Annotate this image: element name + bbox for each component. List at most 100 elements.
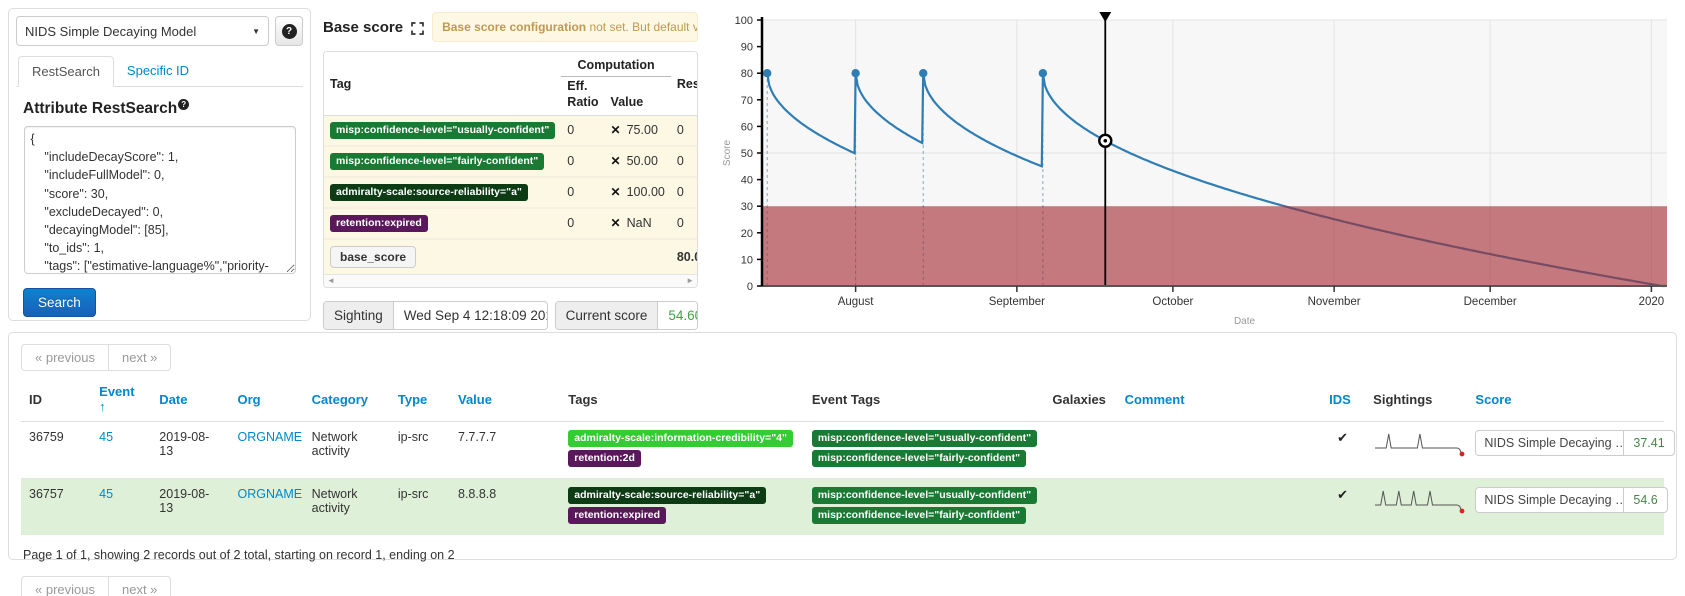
column-header-type[interactable]: Type [390,379,450,422]
x-tick-label: October [1152,296,1193,308]
tab-specific-id[interactable]: Specific ID [114,56,202,87]
results-rows: 36759452019-08-13ORGNAMENetwork activity… [21,422,1664,536]
cell-event-tags: misp:confidence-level="usually-confident… [804,422,1045,479]
event-link[interactable]: 45 [99,430,113,444]
expand-icon[interactable] [411,22,424,35]
decay-chart[interactable]: 0102030405060708090100AugustSeptemberOct… [700,6,1685,328]
base-score-row: retention:expired0✕NaN0 [324,208,698,239]
result-column-header: Result [671,52,698,115]
x-tick-label: September [989,296,1045,308]
y-tick-label: 0 [747,281,753,293]
event-link[interactable]: 45 [99,487,113,501]
score-value: 54.6 [1624,488,1666,512]
previous-page-button[interactable]: « previous [21,344,108,371]
base-score-row: admiralty-scale:source-reliability="a"0✕… [324,177,698,208]
base-score-section: Base score Base score configuration not … [323,12,698,330]
cell-ids: ✔ [1321,422,1365,479]
column-header-score[interactable]: Score [1467,379,1664,422]
tag-cell: misp:confidence-level="fairly-confident" [324,146,561,177]
x-tick-label: 2020 [1639,296,1665,308]
scroll-right-icon[interactable]: ► [686,276,694,285]
previous-page-button[interactable]: « previous [21,576,108,596]
result-cell: 0 [671,115,698,146]
help-icon: ? [282,24,297,39]
scroll-left-icon[interactable]: ◄ [327,276,335,285]
column-header-galaxies: Galaxies [1044,379,1116,422]
tag-badge: admiralty-scale:source-reliability="a" [568,487,766,504]
cell-ids: ✔ [1321,479,1365,536]
sparkline-end-dot [1460,509,1465,514]
query-textarea[interactable]: { "includeDecayScore": 1, "includeFullMo… [24,126,296,274]
cell-sightings [1365,422,1467,479]
column-header-date[interactable]: Date [151,379,229,422]
base-score-total-value: 80.00 [671,239,698,274]
model-select-value: NIDS Simple Decaying Model [25,24,252,39]
caret-down-icon: ▼ [252,27,260,36]
cell-event: 45 [91,479,151,536]
y-tick-label: 40 [741,175,753,187]
base-score-table-container: Tag Computation Result Eff.Ratio Value m… [323,51,698,287]
y-tick-label: 80 [741,68,753,80]
model-help-button[interactable]: ? [275,16,303,46]
cell-score: NIDS Simple Decaying …54.6 [1467,479,1664,536]
org-link[interactable]: ORGNAME [237,430,302,444]
tab-restsearch[interactable]: RestSearch [18,56,114,87]
sighting-bar: Sighting Wed Sep 4 12:18:09 2019 Current… [323,301,698,330]
results-table: IDEvent ↑DateOrgCategoryTypeValueTagsEve… [21,379,1664,535]
score-model-label: NIDS Simple Decaying … [1476,488,1624,512]
cell-type: ip-src [390,422,450,479]
sighting-dot [919,69,927,77]
cell-type: ip-src [390,479,450,536]
column-header-comment[interactable]: Comment [1117,379,1321,422]
multiply-icon: ✕ [611,123,621,137]
next-page-button[interactable]: next » [108,576,171,596]
next-page-button[interactable]: next » [108,344,171,371]
result-cell: 0 [671,146,698,177]
sighting-dot [763,69,771,77]
base-score-row: misp:confidence-level="fairly-confident"… [324,146,698,177]
cell-tags: admiralty-scale:source-reliability="a"re… [560,479,804,536]
value-cell: ✕NaN [605,208,671,239]
base-score-title: Base score [323,19,403,36]
column-header-event-tags: Event Tags [804,379,1045,422]
cursor-score-marker-dot [1103,139,1107,143]
table-h-scrollbar[interactable]: ◄ ► [324,274,697,287]
cell-id: 36757 [21,479,91,536]
cell-galaxies [1044,422,1116,479]
org-link[interactable]: ORGNAME [237,487,302,501]
column-header-ids[interactable]: IDS [1321,379,1365,422]
search-button[interactable]: Search [23,288,96,317]
eff-ratio-cell: 0 [561,208,604,239]
column-header-org[interactable]: Org [229,379,303,422]
multiply-icon: ✕ [611,185,621,199]
base-score-total-row: base_score80.00 [324,239,698,274]
ids-check-icon: ✔ [1329,430,1348,445]
result-cell: 0 [671,208,698,239]
cell-value: 8.8.8.8 [450,479,560,536]
spacer-cell [605,239,671,274]
column-header-value[interactable]: Value [450,379,560,422]
model-select[interactable]: NIDS Simple Decaying Model ▼ [16,16,269,46]
result-cell: 0 [671,177,698,208]
results-header-row: IDEvent ↑DateOrgCategoryTypeValueTagsEve… [21,379,1664,422]
cell-date: 2019-08-13 [151,479,229,536]
multiply-icon: ✕ [611,154,621,168]
sparkline-end-dot [1460,452,1465,457]
column-header-event[interactable]: Event ↑ [91,379,151,422]
tag-cell: retention:expired [324,208,561,239]
pagination-top: « previous next » [21,344,171,371]
eff-ratio-cell: 0 [561,146,604,177]
model-config-panel: NIDS Simple Decaying Model ▼ ? RestSearc… [8,8,311,321]
column-header-id: ID [21,379,91,422]
results-panel: « previous next » IDEvent ↑DateOrgCatego… [8,332,1677,560]
tag-badge: admiralty-scale:information-credibility=… [568,430,793,447]
current-score-label: Current score [556,302,659,329]
column-header-sightings: Sightings [1365,379,1467,422]
base-score-alert: Base score configuration not set. But de… [432,12,698,42]
event-tag-badge: misp:confidence-level="fairly-confident" [812,507,1026,524]
cell-category: Network activity [304,422,390,479]
restsearch-heading: Attribute RestSearch? [23,99,300,118]
column-header-category[interactable]: Category [304,379,390,422]
tag-cell: misp:confidence-level="usually-confident… [324,115,561,146]
table-row: 36757452019-08-13ORGNAMENetwork activity… [21,479,1664,536]
